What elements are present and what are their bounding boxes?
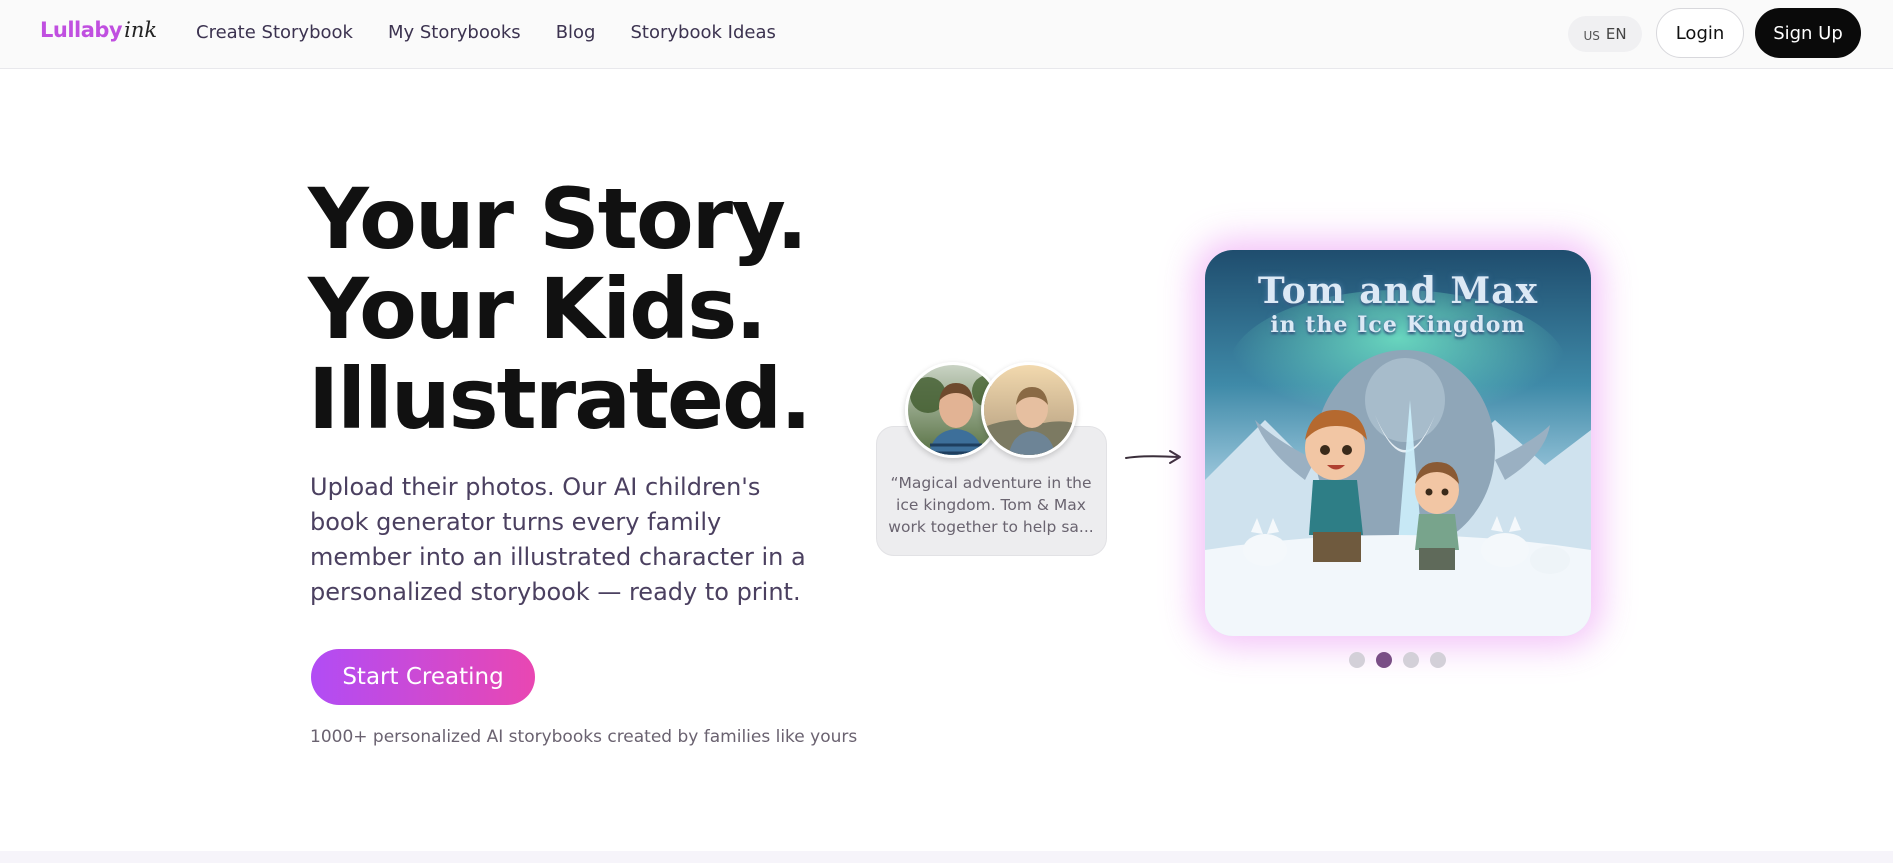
nav-link-my-storybooks[interactable]: My Storybooks bbox=[388, 22, 521, 43]
login-button[interactable]: Login bbox=[1656, 8, 1744, 58]
nav-link-create-storybook[interactable]: Create Storybook bbox=[196, 22, 353, 43]
carousel-dot[interactable] bbox=[1430, 652, 1446, 668]
signup-button[interactable]: Sign Up bbox=[1755, 8, 1861, 58]
hero-subtitle: Upload their photos. Our AI children's b… bbox=[310, 473, 806, 606]
language-selector[interactable]: US EN bbox=[1568, 16, 1642, 52]
story-prompt-text: “Magical adventure in the ice kingdom. T… bbox=[888, 474, 1094, 536]
nav-link-storybook-ideas[interactable]: Storybook Ideas bbox=[630, 22, 775, 43]
nav-link-blog[interactable]: Blog bbox=[556, 22, 596, 43]
hero-title-line: Your Kids. bbox=[308, 260, 767, 358]
cover-title-line1: Tom and Max bbox=[1257, 270, 1539, 312]
hero-title: Your Story. Your Kids. Illustrated. bbox=[308, 174, 868, 444]
language-code: EN bbox=[1605, 25, 1627, 43]
logo-text-ink: ink bbox=[124, 18, 158, 42]
child-photo-avatar bbox=[981, 362, 1077, 458]
hero-title-line: Your Story. bbox=[308, 170, 808, 268]
nav-links: Create Storybook My Storybooks Blog Stor… bbox=[196, 22, 811, 43]
arrow-right-icon bbox=[1125, 450, 1181, 464]
logo-text-lullaby: Lullaby bbox=[40, 18, 123, 42]
social-proof-text: 1000+ personalized AI storybooks created… bbox=[310, 727, 858, 747]
start-creating-button[interactable]: Start Creating bbox=[311, 649, 535, 705]
hero-title-line: Illustrated. bbox=[308, 350, 812, 448]
logo[interactable]: Lullaby ink bbox=[40, 18, 157, 50]
carousel-dots bbox=[1349, 652, 1457, 668]
top-navigation-bar: Lullaby ink Create Storybook My Storyboo… bbox=[0, 0, 1893, 69]
carousel-dot[interactable] bbox=[1403, 652, 1419, 668]
cover-title-line2: in the Ice Kingdom bbox=[1270, 312, 1526, 338]
carousel-dot[interactable] bbox=[1349, 652, 1365, 668]
flag-icon: US bbox=[1583, 28, 1600, 43]
book-cover-image[interactable]: Tom and Max in the Ice Kingdom bbox=[1205, 250, 1591, 636]
next-section-edge bbox=[0, 851, 1893, 863]
carousel-dot-active[interactable] bbox=[1376, 652, 1392, 668]
